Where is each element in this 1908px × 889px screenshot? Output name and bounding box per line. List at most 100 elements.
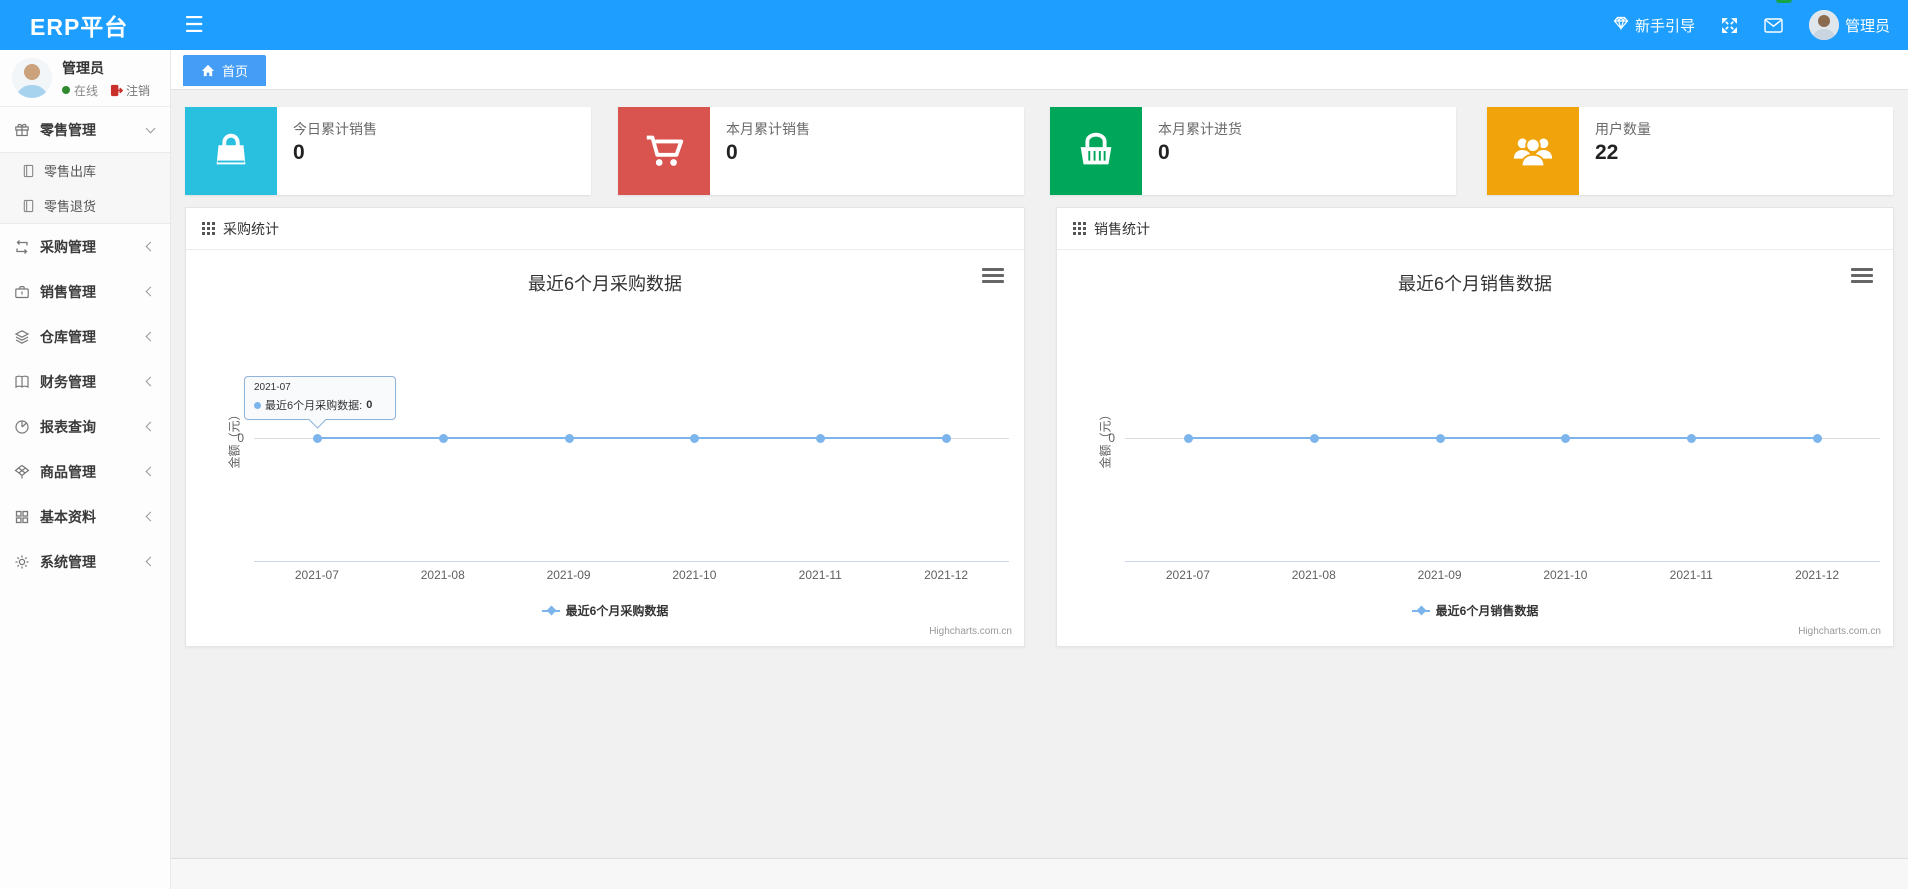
app-brand: ERP平台 xyxy=(30,14,129,40)
legend-item[interactable]: 最近6个月采购数据 xyxy=(186,602,1024,619)
data-point xyxy=(1435,434,1445,443)
purchase-stats-panel: 采购统计 最近6个月采购数据 金额（元） 0 2021-07 2021-08 2… xyxy=(185,207,1025,647)
gear-icon xyxy=(15,555,29,568)
purchase-chart: 最近6个月采购数据 金额（元） 0 2021-07 2021-08 2021-0… xyxy=(186,250,1024,646)
x-axis-line xyxy=(1125,561,1880,562)
sidebar-item-system[interactable]: 系统管理 xyxy=(0,539,170,584)
sidebar-item-retail[interactable]: 零售管理 xyxy=(0,107,170,152)
data-point xyxy=(312,434,322,443)
tooltip-label: 最近6个月采购数据: xyxy=(265,400,363,412)
data-point xyxy=(1309,434,1319,443)
data-point xyxy=(1813,434,1823,443)
fullscreen-button[interactable] xyxy=(1721,0,1738,50)
x-tick-label: 2021-10 xyxy=(1543,568,1588,582)
sales-stats-panel: 销售统计 最近6个月销售数据 金额（元） 0 2021-07 2021-08 2… xyxy=(1056,207,1894,647)
legend-label: 最近6个月销售数据 xyxy=(1435,604,1539,618)
tab-home[interactable]: 首页 xyxy=(183,55,267,86)
sidebar-item-label: 财务管理 xyxy=(40,373,96,390)
chevron-left-icon xyxy=(145,556,156,567)
series-line xyxy=(1187,437,1818,439)
online-label: 在线 xyxy=(74,83,99,98)
x-tick-label: 2021-07 xyxy=(1165,568,1210,582)
logout-button[interactable]: 注销 xyxy=(110,82,150,99)
sidebar-item-sales[interactable]: 销售管理 xyxy=(0,269,170,314)
card-label: 本月累计进货 xyxy=(1158,121,1242,137)
tooltip-value: 0 xyxy=(366,399,373,411)
y-axis-tick: 0 xyxy=(1108,431,1115,445)
x-tick-label: 2021-11 xyxy=(1669,568,1713,582)
sidebar-item-label: 零售管理 xyxy=(40,121,96,138)
retail-submenu: 零售出库 零售退货 xyxy=(0,152,170,224)
panel-grid-icon xyxy=(1073,222,1086,235)
sidebar: 管理员 在线 注销 零售管理 零售出库 零售退货 采购管理 销售管理 仓库管理 … xyxy=(0,50,171,889)
card-value: 0 xyxy=(293,141,305,164)
messages-button[interactable]: 0 xyxy=(1764,0,1792,50)
fullscreen-icon xyxy=(1722,17,1737,33)
sidebar-toggle-icon[interactable]: ☰ xyxy=(184,12,204,38)
sidebar-item-basic-data[interactable]: 基本资料 xyxy=(0,494,170,539)
user-avatar xyxy=(1808,10,1839,40)
gift-icon xyxy=(15,123,29,136)
top-navbar: ERP平台 ☰ 新手引导 0 xyxy=(0,0,1908,50)
panel-grid-icon xyxy=(202,222,215,235)
book-icon xyxy=(15,375,29,388)
chevron-down-icon xyxy=(145,123,156,133)
navbar-username: 管理员 xyxy=(1844,17,1890,35)
user-menu[interactable]: 管理员 xyxy=(1808,0,1890,50)
x-tick-label: 2021-12 xyxy=(924,568,969,582)
page-footer xyxy=(171,858,1908,889)
x-tick-label: 2021-08 xyxy=(1291,568,1336,582)
sidebar-item-retail-outbound[interactable]: 零售出库 xyxy=(0,153,170,188)
series-line xyxy=(316,437,947,439)
tooltip-date: 2021-07 xyxy=(254,382,291,393)
card-value: 0 xyxy=(726,141,738,164)
sidebar-item-label: 基本资料 xyxy=(40,508,96,525)
card-label: 本月累计销售 xyxy=(726,121,810,137)
sidebar-item-label: 采购管理 xyxy=(40,238,96,255)
highcharts-credit-link[interactable]: Highcharts.com.cn xyxy=(1798,626,1881,637)
bag-icon xyxy=(185,107,277,195)
panel-title: 销售统计 xyxy=(1094,220,1150,237)
pie-chart-icon xyxy=(15,419,29,434)
sidebar-item-label: 商品管理 xyxy=(40,463,96,480)
legend-marker xyxy=(1411,609,1430,612)
guide-label: 新手引导 xyxy=(1634,17,1695,35)
gem-icon xyxy=(1613,15,1629,35)
tab-home-label: 首页 xyxy=(222,64,249,79)
sidebar-item-finance[interactable]: 财务管理 xyxy=(0,359,170,404)
document-icon xyxy=(23,199,34,212)
tooltip-series-dot xyxy=(254,401,261,409)
legend-item[interactable]: 最近6个月销售数据 xyxy=(1057,602,1893,619)
card-value: 0 xyxy=(1158,141,1170,164)
data-point xyxy=(438,434,448,443)
stat-card-today-sales: 今日累计销售 0 xyxy=(185,107,591,195)
sales-chart: 最近6个月销售数据 金额（元） 0 2021-07 2021-08 2021-0… xyxy=(1057,250,1893,646)
highcharts-credit-link[interactable]: Highcharts.com.cn xyxy=(929,626,1012,637)
chart-tooltip: 2021-07 最近6个月采购数据: 0 xyxy=(244,376,396,420)
sidebar-item-label: 报表查询 xyxy=(40,418,96,435)
guide-button[interactable]: 新手引导 xyxy=(1613,0,1695,50)
document-icon xyxy=(23,164,34,177)
data-point xyxy=(816,434,826,443)
card-value: 22 xyxy=(1595,141,1619,164)
message-count-badge: 0 xyxy=(1775,0,1792,3)
x-tick-label: 2021-07 xyxy=(294,568,339,582)
sidebar-menu: 零售管理 零售出库 零售退货 采购管理 销售管理 仓库管理 财务管理 报表查询 … xyxy=(0,107,170,584)
sidebar-item-retail-return[interactable]: 零售退货 xyxy=(0,188,170,223)
chevron-left-icon xyxy=(145,331,156,342)
x-tick-label: 2021-09 xyxy=(1417,568,1462,582)
sidebar-item-warehouse[interactable]: 仓库管理 xyxy=(0,314,170,359)
data-point xyxy=(1183,434,1193,443)
x-axis-line xyxy=(254,561,1009,562)
legend-label: 最近6个月采购数据 xyxy=(565,604,669,618)
sidebar-item-goods[interactable]: 商品管理 xyxy=(0,449,170,494)
data-point xyxy=(1561,434,1571,443)
sidebar-item-reports[interactable]: 报表查询 xyxy=(0,404,170,449)
box-icon xyxy=(14,464,30,478)
cart-icon xyxy=(618,107,710,195)
sidebar-item-purchase[interactable]: 采购管理 xyxy=(0,224,170,269)
sidebar-item-label: 仓库管理 xyxy=(40,328,96,345)
chevron-left-icon xyxy=(145,466,156,477)
x-tick-label: 2021-08 xyxy=(420,568,465,582)
sidebar-item-label: 销售管理 xyxy=(40,283,96,300)
